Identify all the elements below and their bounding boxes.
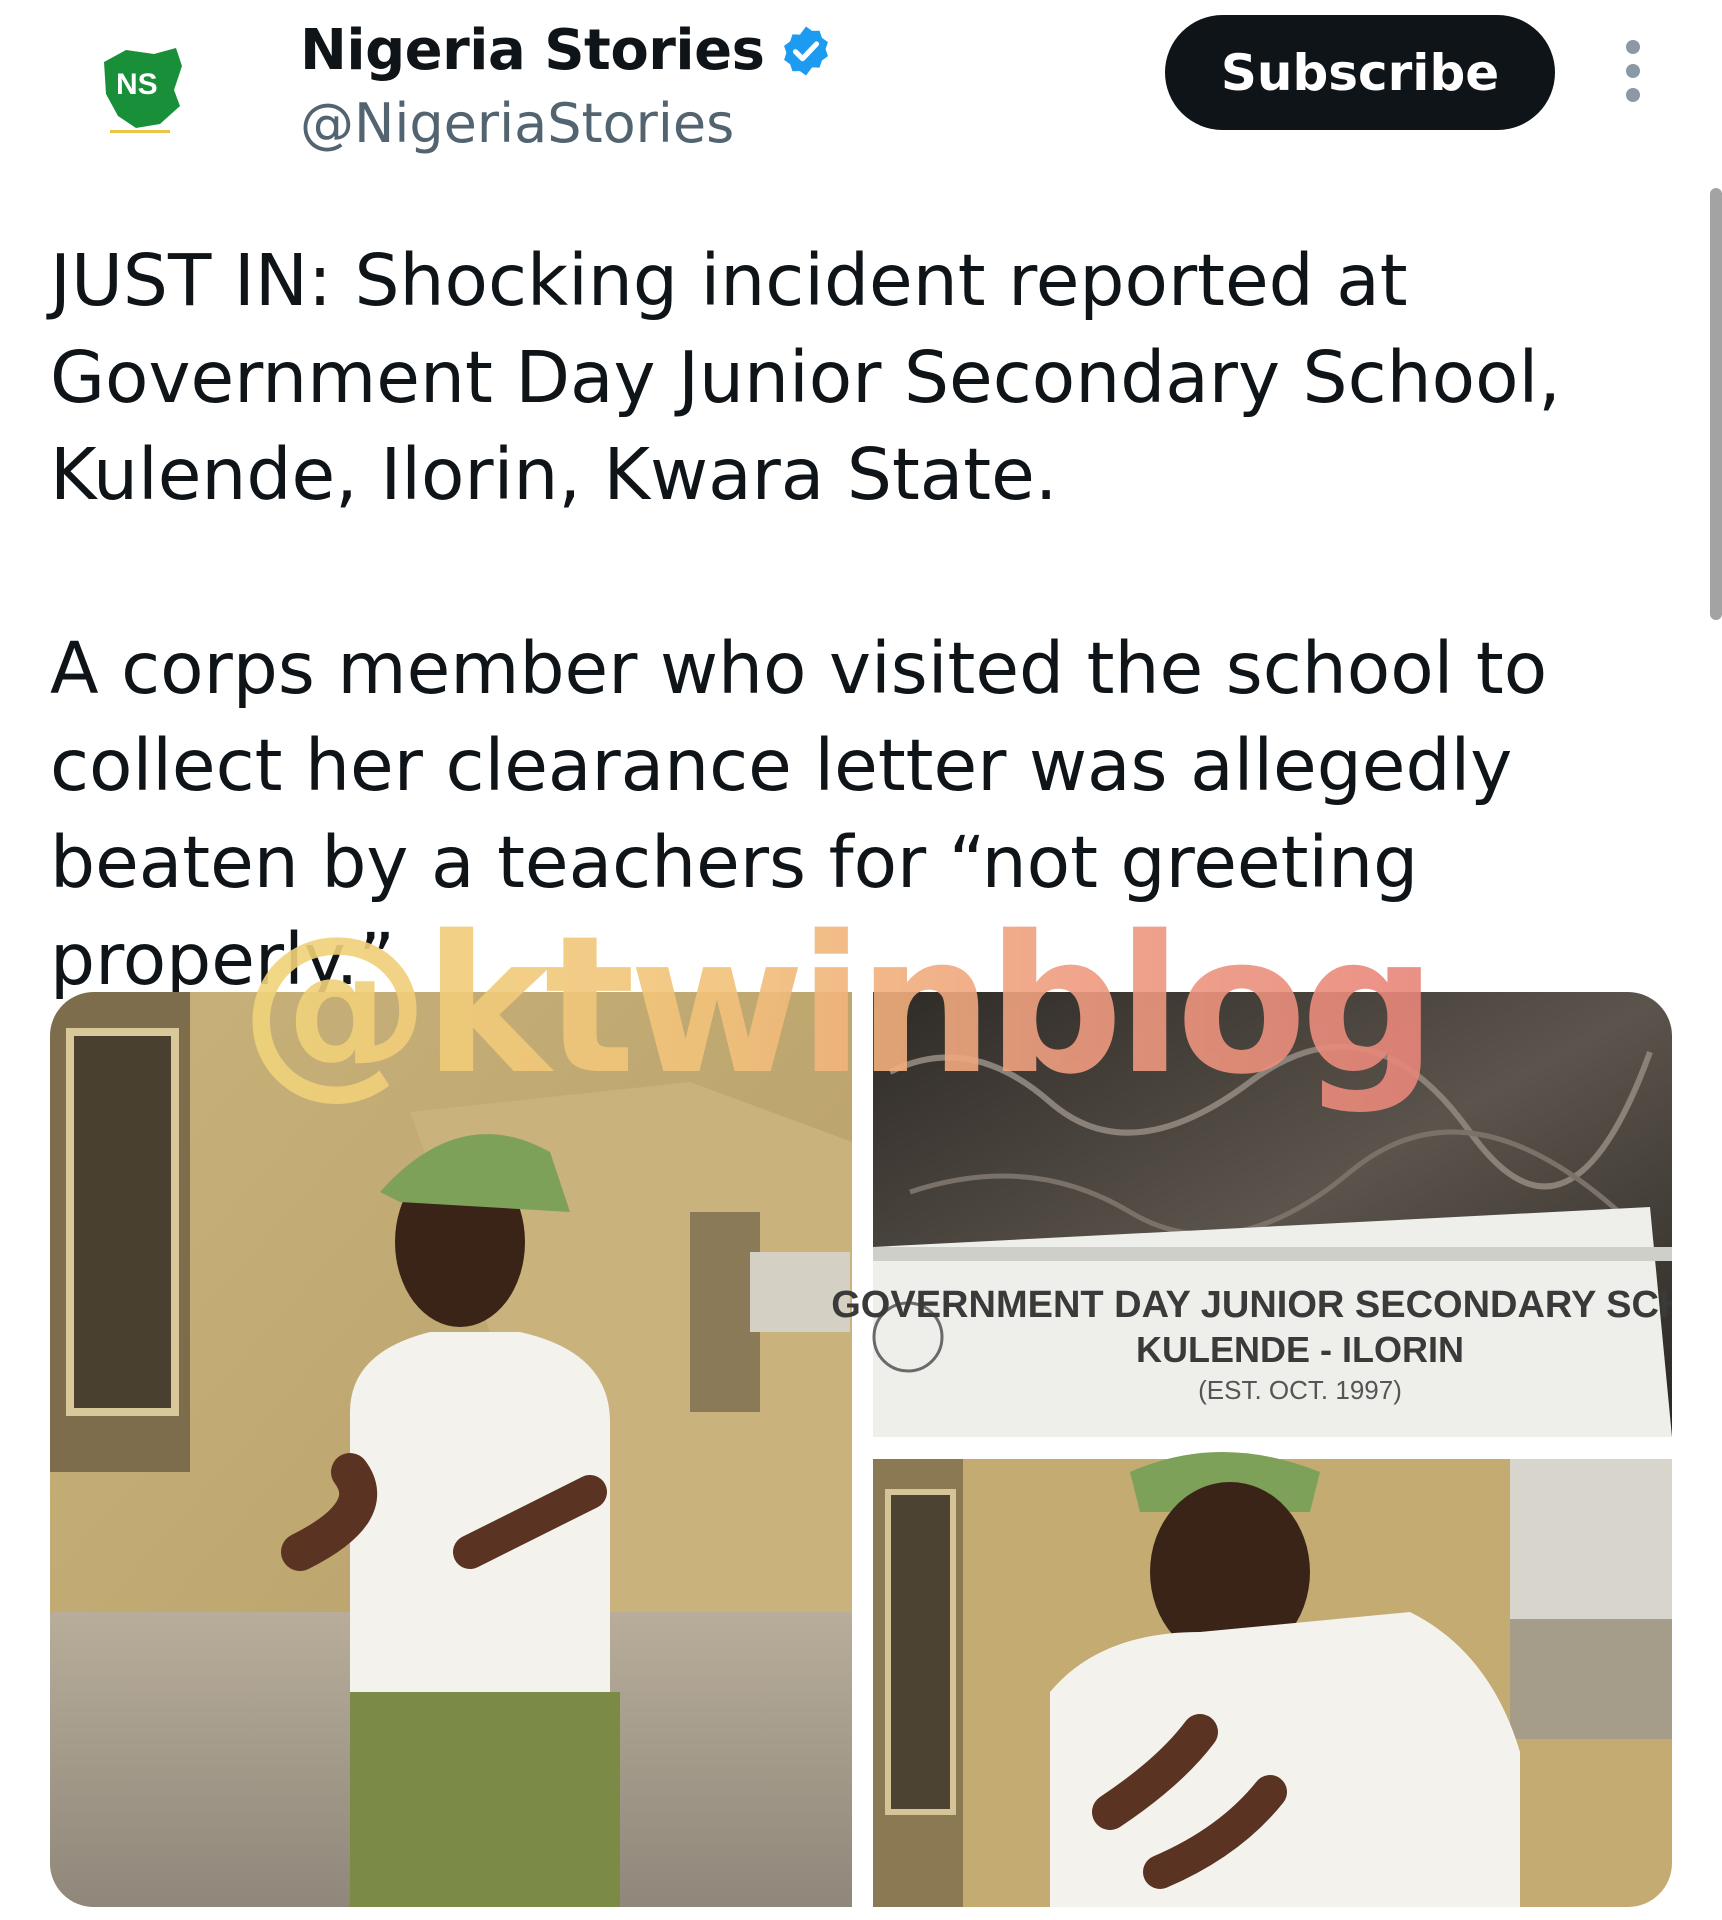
- sign-line-1: GOVERNMENT DAY JUNIOR SECONDARY SCHOOL: [831, 1284, 1672, 1326]
- verified-badge-icon: [784, 26, 829, 75]
- display-name[interactable]: Nigeria Stories: [300, 18, 765, 83]
- subscribe-button[interactable]: Subscribe: [1165, 15, 1555, 130]
- name-row: Nigeria Stories: [300, 18, 834, 83]
- account-handle[interactable]: @NigeriaStories: [300, 92, 734, 155]
- tweet-media-grid[interactable]: GOVERNMENT DAY JUNIOR SECONDARY SCHOOL K…: [50, 992, 1672, 1907]
- scrollbar[interactable]: [1710, 188, 1722, 620]
- more-vertical-icon[interactable]: [1618, 40, 1648, 110]
- logo-text: NS: [116, 68, 158, 101]
- photo-corps-member-right[interactable]: [873, 1452, 1672, 1907]
- nigeria-map-logo-icon: NS: [104, 48, 182, 133]
- media-svg: GOVERNMENT DAY JUNIOR SECONDARY SCHOOL K…: [50, 992, 1672, 1907]
- photo-corps-member-left[interactable]: [50, 992, 852, 1907]
- sign-line-2: KULENDE - ILORIN: [1136, 1329, 1464, 1370]
- sign-line-3: (EST. OCT. 1997): [1198, 1375, 1402, 1405]
- more-dot: [1626, 64, 1640, 78]
- tweet-header: NS Nigeria Stories @NigeriaStories Subsc…: [0, 0, 1722, 170]
- account-avatar[interactable]: NS: [96, 44, 186, 134]
- more-dot: [1626, 88, 1640, 102]
- watermark-text: @ktwinblog: [240, 895, 1437, 1116]
- more-dot: [1626, 40, 1640, 54]
- tweet-text: JUST IN: Shocking incident reported at G…: [50, 239, 1561, 1001]
